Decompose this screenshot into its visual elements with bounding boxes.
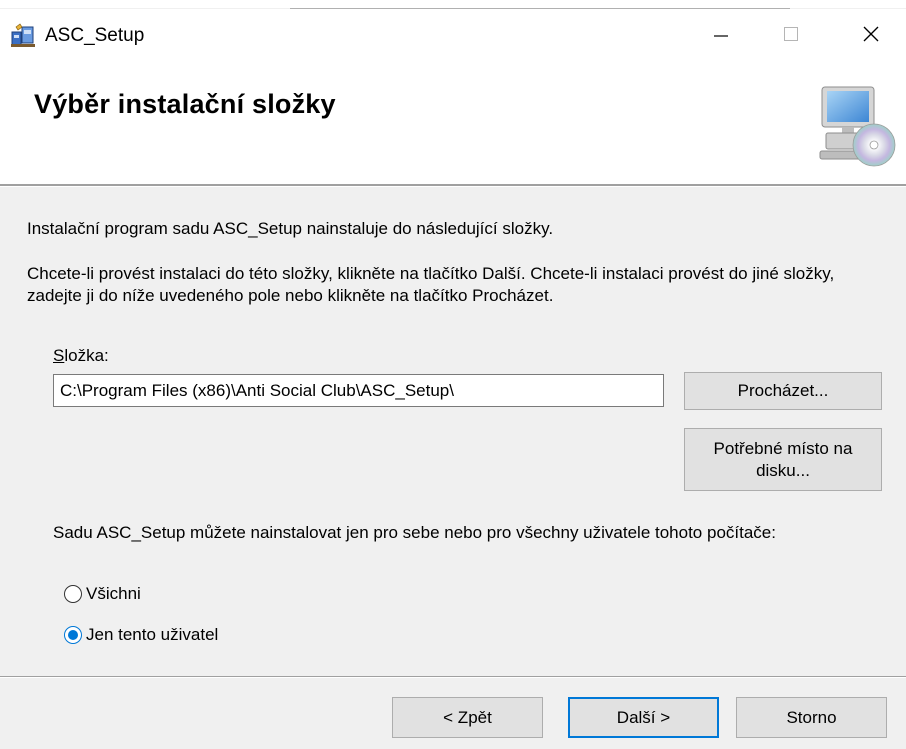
users-question-text: Sadu ASC_Setup můžete nainstalovat jen p… <box>53 523 776 542</box>
folder-label-text: ložka: <box>64 346 109 365</box>
radio-all-users-label: Všichni <box>86 584 141 603</box>
banner-separator-highlight <box>0 186 906 187</box>
close-button[interactable] <box>836 9 906 63</box>
folder-label: Složka: <box>53 345 109 367</box>
folder-label-accelerator: S <box>53 346 65 365</box>
setup-package-icon <box>10 23 36 49</box>
computer-cd-icon <box>812 77 902 172</box>
header-banner: Výběr instalační složky <box>0 63 906 184</box>
minimize-icon <box>714 27 728 46</box>
browse-button[interactable]: Procházet... <box>684 372 882 410</box>
close-icon <box>863 26 879 47</box>
radio-all-users-circle[interactable] <box>64 585 82 603</box>
disk-space-button[interactable]: Potřebné místo na disku... <box>684 428 882 491</box>
maximize-icon <box>784 26 798 46</box>
radio-all-users[interactable]: Všichni <box>64 582 141 606</box>
window-top-edge <box>0 0 906 9</box>
setup-window: ASC_Setup Výběr instalační složky Instal… <box>0 0 906 749</box>
instructions-text: Chcete-li provést instalaci do této slož… <box>27 264 835 305</box>
minimize-button[interactable] <box>686 9 756 63</box>
maximize-button[interactable] <box>756 9 826 63</box>
back-button[interactable]: < Zpět <box>392 697 543 738</box>
window-title: ASC_Setup <box>45 25 145 46</box>
cancel-button[interactable]: Storno <box>736 697 887 738</box>
radio-this-user-circle[interactable] <box>64 626 82 644</box>
title-bar[interactable]: ASC_Setup <box>0 9 906 63</box>
folder-path-input[interactable] <box>53 374 664 407</box>
next-button[interactable]: Další > <box>568 697 719 738</box>
radio-this-user-label: Jen tento uživatel <box>86 625 219 644</box>
intro-text: Instalační program sadu ASC_Setup nainst… <box>27 219 554 238</box>
footer-separator-highlight <box>0 677 906 678</box>
radio-this-user[interactable]: Jen tento uživatel <box>64 623 218 647</box>
page-title: Výběr instalační složky <box>34 89 336 119</box>
